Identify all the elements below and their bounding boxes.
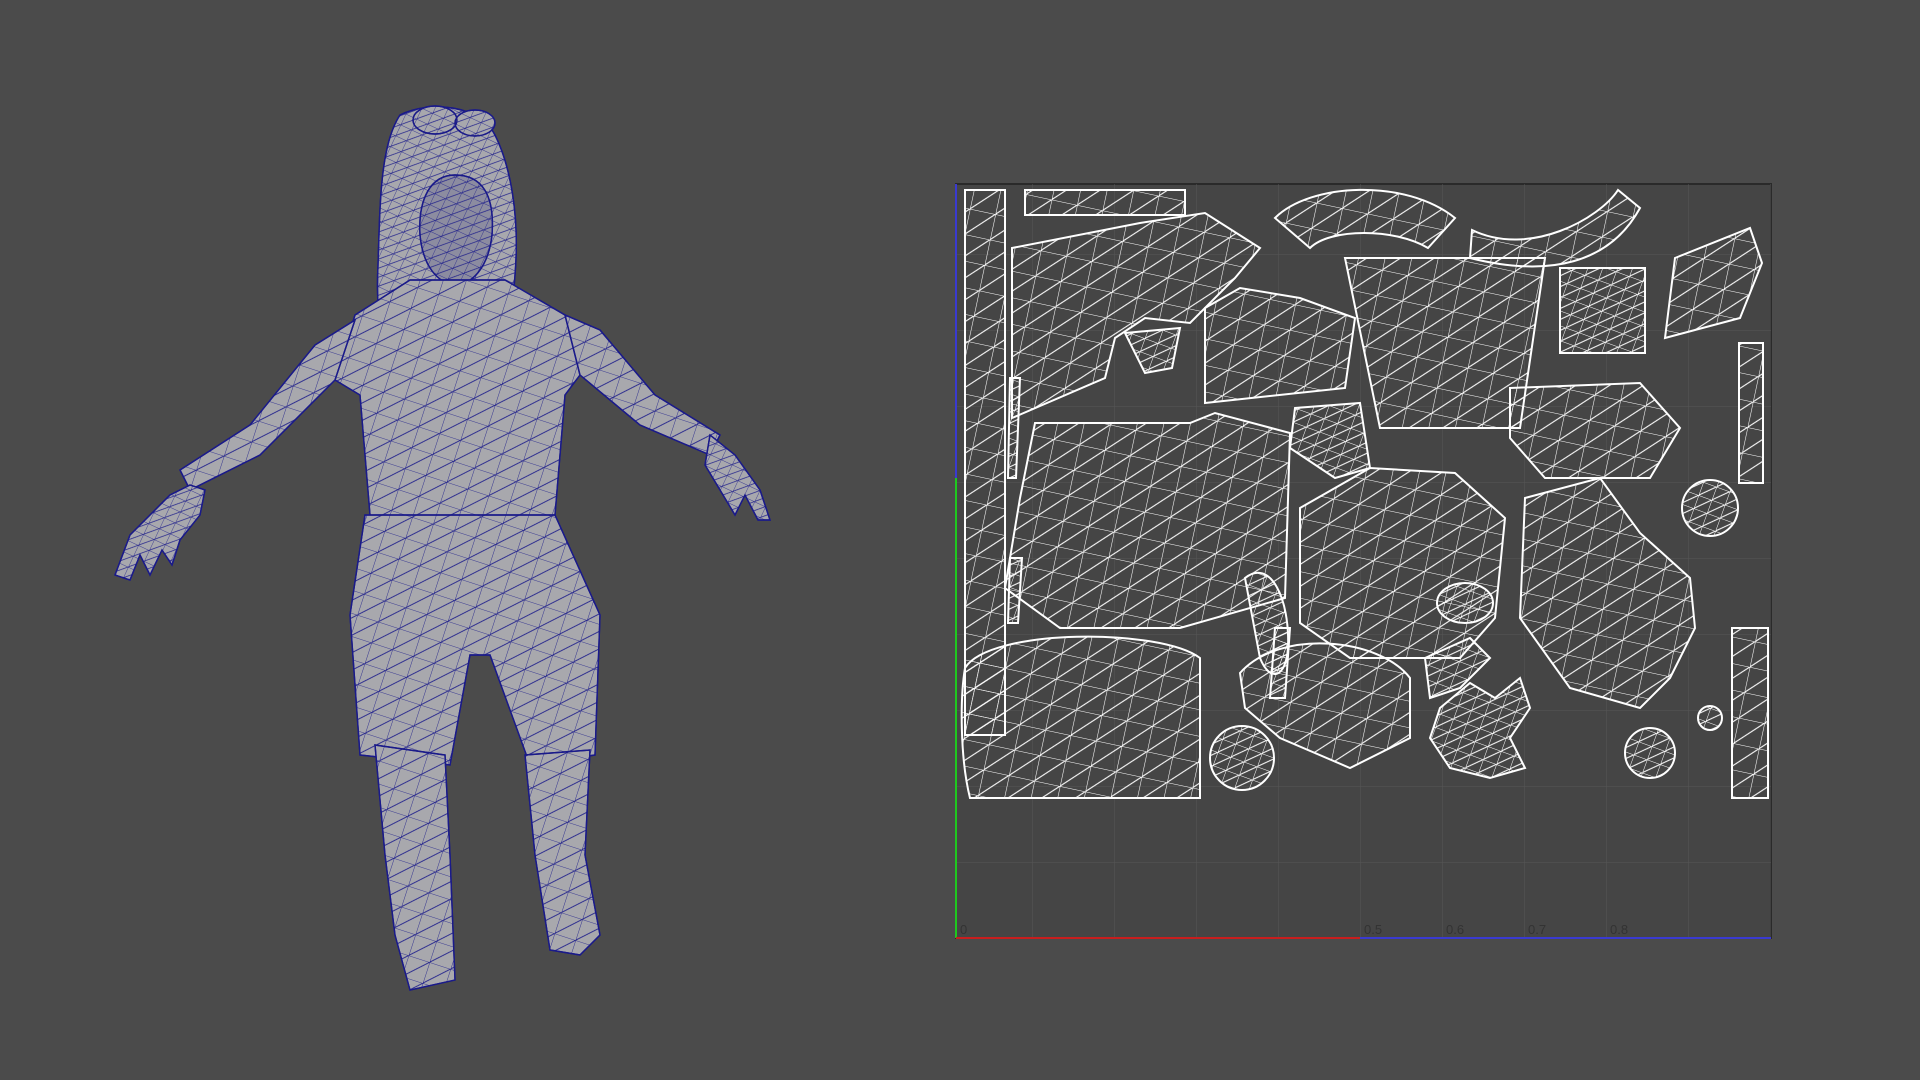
tick-label-0: 0 [960, 922, 967, 937]
tick-label-0-8: 0.8 [1610, 922, 1628, 937]
uv-editor[interactable]: 0 0.5 0.6 0.7 0.8 [950, 178, 1780, 948]
uv-shell-strip-bottom-right [1731, 627, 1769, 799]
uv-shell-disc-bottom [1209, 725, 1275, 791]
uv-shell-strip-right [1738, 342, 1764, 484]
tick-label-0-5: 0.5 [1364, 922, 1382, 937]
model-viewport[interactable] [110, 95, 820, 1015]
uv-shell-front [1299, 466, 1507, 659]
uv-shell-back [1003, 411, 1292, 629]
tick-label-0-7: 0.7 [1528, 922, 1546, 937]
uv-shell-belt [1559, 267, 1646, 354]
scene-canvas: 0 0.5 0.6 0.7 0.8 [0, 0, 1920, 1080]
tick-label-0-6: 0.6 [1446, 922, 1464, 937]
uv-shell-oval [1436, 582, 1494, 624]
character-mesh [114, 105, 771, 991]
uv-shell-dot [1697, 705, 1723, 731]
uv-shell-face [960, 635, 1201, 799]
uv-shell-disc-small [1624, 727, 1676, 779]
uv-shell-disc-right [1681, 479, 1739, 537]
uv-shell-strip-top [1024, 189, 1186, 216]
